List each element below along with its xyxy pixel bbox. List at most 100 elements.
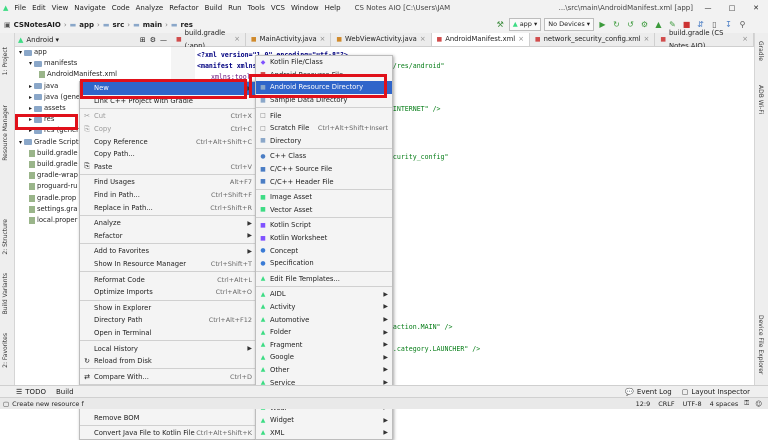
- submenu-item-edit-file-templates[interactable]: ▲ Edit File Templates...: [256, 273, 392, 286]
- close-icon[interactable]: ×: [420, 33, 426, 46]
- gradle-tool-tab[interactable]: Gradle: [757, 41, 764, 61]
- menu-refactor[interactable]: Refactor: [166, 0, 201, 16]
- run-icon[interactable]: ▶: [597, 19, 608, 30]
- menu-item-optimize-imports[interactable]: Optimize Imports Ctrl+Alt+O: [80, 286, 256, 299]
- menu-item-refactor[interactable]: Refactor ▶: [80, 230, 256, 243]
- submenu-item-file[interactable]: □ File: [256, 109, 392, 122]
- device-select[interactable]: No Devices ▾: [544, 18, 594, 31]
- tree-item-proguard-ru[interactable]: proguard-ru: [29, 181, 77, 192]
- project-tool-tab[interactable]: 1: Project: [2, 47, 9, 75]
- menu-item-convert-java-file-to-kotlin-file[interactable]: Convert Java File to Kotlin File Ctrl+Alt…: [80, 427, 256, 440]
- device-file-explorer-tool-tab[interactable]: Device File Explorer: [757, 315, 764, 374]
- tab-androidmanifest-xml[interactable]: ■ AndroidManifest.xml ×: [431, 33, 530, 46]
- submenu-item-c-class[interactable]: ● C++ Class: [256, 150, 392, 163]
- line-separator[interactable]: CRLF: [658, 400, 674, 408]
- submenu-item-fragment[interactable]: ▲ Fragment ▶: [256, 338, 392, 351]
- submenu-item-kotlin-script[interactable]: ■ Kotlin Script: [256, 219, 392, 232]
- breadcrumb-item[interactable]: main: [143, 21, 162, 29]
- tree-item-build-gradle[interactable]: build.gradle: [29, 159, 78, 170]
- submenu-item-specification[interactable]: ● Specification: [256, 257, 392, 270]
- tree-item-java[interactable]: ▸ java: [29, 81, 58, 92]
- tree-item-gradle-wrap[interactable]: gradle-wrap: [29, 170, 78, 181]
- profile-icon[interactable]: ▲: [653, 19, 664, 30]
- submenu-item-scratch-file[interactable]: □ Scratch File Ctrl+Alt+Shift+Insert: [256, 122, 392, 135]
- submenu-item-c-c-source-file[interactable]: ■ C/C++ Source File: [256, 163, 392, 176]
- menu-analyze[interactable]: Analyze: [133, 0, 167, 16]
- menu-item-reload-from-disk[interactable]: ↻ Reload from Disk: [80, 355, 256, 368]
- tree-item-gradle-scripts[interactable]: ▾ Gradle Scripts: [19, 137, 82, 148]
- layout-inspector-tool-tab[interactable]: Layout Inspector: [691, 388, 750, 396]
- gear-icon[interactable]: ⚙: [150, 36, 156, 44]
- menu-item-cut[interactable]: ✂ Cut Ctrl+X: [80, 110, 256, 123]
- minimize-button[interactable]: —: [696, 0, 720, 16]
- submenu-item-kotlin-worksheet[interactable]: ■ Kotlin Worksheet: [256, 232, 392, 245]
- apply-changes-icon[interactable]: ↺: [625, 19, 636, 30]
- todo-tool-tab[interactable]: TODO: [25, 388, 46, 396]
- menu-navigate[interactable]: Navigate: [71, 0, 108, 16]
- menu-item-reformat-code[interactable]: Reformat Code Ctrl+Alt+L: [80, 273, 256, 286]
- hide-icon[interactable]: —: [160, 36, 167, 44]
- menu-view[interactable]: View: [49, 0, 72, 16]
- menu-code[interactable]: Code: [109, 0, 133, 16]
- menu-window[interactable]: Window: [288, 0, 322, 16]
- submenu-item-aidl[interactable]: ▲ AIDL ▶: [256, 288, 392, 301]
- debug-icon[interactable]: ⚙: [639, 19, 650, 30]
- menu-help[interactable]: Help: [322, 0, 344, 16]
- submenu-item-automotive[interactable]: ▲ Automotive ▶: [256, 313, 392, 326]
- submenu-item-activity[interactable]: ▲ Activity ▶: [256, 301, 392, 314]
- close-icon[interactable]: ×: [644, 33, 650, 46]
- menu-item-directory-path[interactable]: Directory Path Ctrl+Alt+F12: [80, 314, 256, 327]
- submenu-item-directory[interactable]: ■ Directory: [256, 135, 392, 148]
- submenu-item-vector-asset[interactable]: ■ Vector Asset: [256, 204, 392, 217]
- tree-item-assets[interactable]: ▸ assets: [29, 103, 66, 114]
- submenu-item-concept[interactable]: ● Concept: [256, 244, 392, 257]
- menu-tools[interactable]: Tools: [245, 0, 268, 16]
- submenu-item-xml[interactable]: ▲ XML ▶: [256, 427, 392, 440]
- tab-webviewactivity-java[interactable]: ■ WebViewActivity.java ×: [331, 33, 432, 46]
- chevron-icon[interactable]: ▾: [19, 47, 22, 58]
- indent-setting[interactable]: 4 spaces: [710, 400, 739, 408]
- menu-edit[interactable]: Edit: [29, 0, 49, 16]
- tree-item-gradle-prop[interactable]: gradle.prop: [29, 193, 76, 204]
- chevron-icon[interactable]: ▸: [29, 81, 32, 92]
- menu-file[interactable]: File: [11, 0, 29, 16]
- submenu-item-image-asset[interactable]: ■ Image Asset: [256, 191, 392, 204]
- breadcrumb-item[interactable]: src: [112, 21, 124, 29]
- menu-item-replace-in-path[interactable]: Replace in Path... Ctrl+Shift+R: [80, 201, 256, 214]
- event-log-tool-tab[interactable]: Event Log: [637, 388, 672, 396]
- chevron-icon[interactable]: ▸: [29, 92, 32, 103]
- project-view-select[interactable]: Android: [26, 36, 53, 44]
- menu-item-copy-path[interactable]: Copy Path...: [80, 148, 256, 161]
- close-icon[interactable]: ×: [320, 33, 326, 46]
- menu-item-compare-with[interactable]: ⇄ Compare With... Ctrl+D: [80, 370, 256, 383]
- structure-tool-tab[interactable]: 2: Structure: [2, 219, 9, 255]
- menu-item-analyze[interactable]: Analyze ▶: [80, 217, 256, 230]
- menu-vcs[interactable]: VCS: [268, 0, 288, 16]
- tree-item-settings-gra[interactable]: settings.gra: [29, 204, 78, 215]
- chevron-icon[interactable]: ▸: [29, 103, 32, 114]
- menu-item-show-in-resource-manager[interactable]: Show In Resource Manager Ctrl+Shift+T: [80, 258, 256, 271]
- tree-item-java-gener[interactable]: ▸ java (gener: [29, 92, 83, 103]
- submenu-item-widget[interactable]: ▲ Widget ▶: [256, 414, 392, 427]
- file-encoding[interactable]: UTF-8: [683, 400, 702, 408]
- menu-run[interactable]: Run: [225, 0, 244, 16]
- tab-mainactivity-java[interactable]: ■ MainActivity.java ×: [246, 33, 332, 46]
- rerun-icon[interactable]: ↻: [611, 19, 622, 30]
- tree-item-manifests[interactable]: ▾ manifests: [29, 58, 77, 69]
- tree-item-app[interactable]: ▾ app: [19, 47, 47, 58]
- build-tool-tab[interactable]: Build: [56, 388, 74, 396]
- maximize-button[interactable]: □: [720, 0, 744, 16]
- menu-item-open-in-terminal[interactable]: Open in Terminal: [80, 327, 256, 340]
- submenu-item-c-c-header-file[interactable]: ■ C/C++ Header File: [256, 175, 392, 188]
- menu-item-show-in-explorer[interactable]: Show in Explorer: [80, 302, 256, 315]
- adb-wifi-tool-tab[interactable]: ADB Wi-Fi: [757, 85, 764, 114]
- collapse-all-icon[interactable]: ⊞: [140, 36, 146, 44]
- menu-item-copy[interactable]: ⎘ Copy Ctrl+C: [80, 123, 256, 136]
- favorites-tool-tab[interactable]: 2: Favorites: [2, 333, 9, 368]
- close-icon[interactable]: ×: [234, 33, 240, 46]
- close-icon[interactable]: ×: [742, 33, 748, 46]
- close-icon[interactable]: ×: [518, 33, 524, 46]
- submenu-item-folder[interactable]: ▲ Folder ▶: [256, 326, 392, 339]
- caret-position[interactable]: 12:9: [636, 400, 651, 408]
- tab-build-gradle-cs-notes-aio[interactable]: ■ build.gradle (CS Notes AIO) ×: [655, 29, 754, 50]
